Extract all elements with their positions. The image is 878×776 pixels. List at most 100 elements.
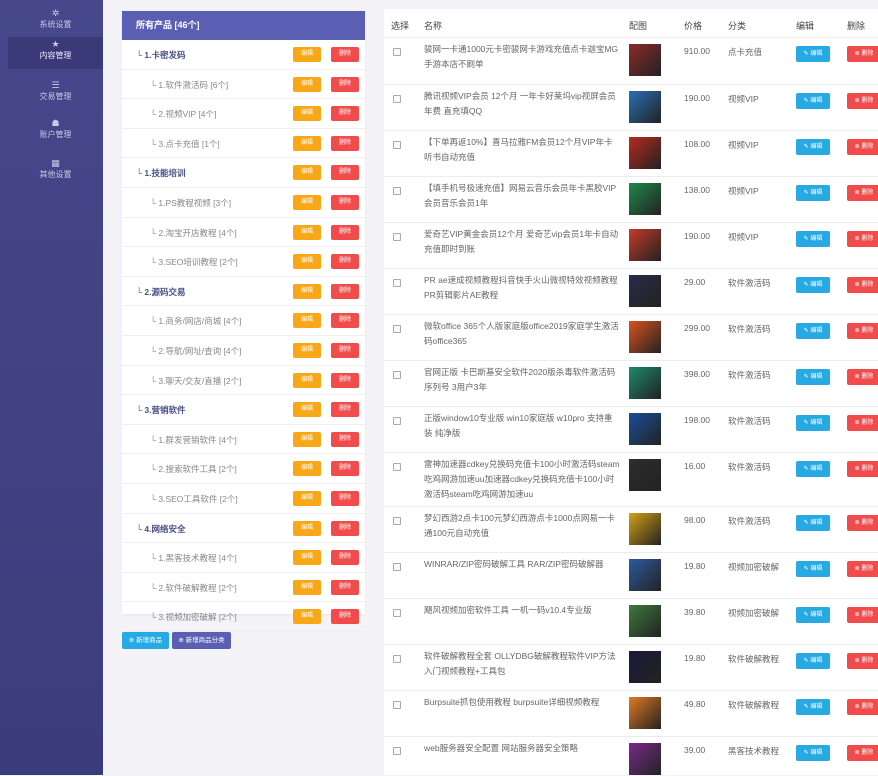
product-delete-button[interactable]: ⊗ 删除 xyxy=(847,745,878,761)
product-delete-button[interactable]: ⊗ 删除 xyxy=(847,231,878,247)
product-edit-button[interactable]: ✎ 编辑 xyxy=(796,323,830,339)
row-checkbox[interactable] xyxy=(393,747,401,755)
category-delete-button[interactable]: 删除 xyxy=(331,165,359,181)
row-checkbox[interactable] xyxy=(393,141,401,149)
product-edit-button[interactable]: ✎ 编辑 xyxy=(796,231,830,247)
product-delete-button[interactable]: ⊗ 删除 xyxy=(847,369,878,385)
category-edit-button[interactable]: 编辑 xyxy=(293,135,321,151)
category-edit-button[interactable]: 编辑 xyxy=(293,342,321,358)
category-edit-button[interactable]: 编辑 xyxy=(293,224,321,240)
category-delete-button[interactable]: 删除 xyxy=(331,490,359,506)
sidebar-item-content-management[interactable]: ★ 内容管理 xyxy=(8,37,103,69)
row-checkbox[interactable] xyxy=(393,463,401,471)
product-delete-button[interactable]: ⊗ 删除 xyxy=(847,607,878,623)
row-checkbox[interactable] xyxy=(393,48,401,56)
product-price: 16.00 xyxy=(684,461,706,471)
category-edit-button[interactable]: 编辑 xyxy=(293,550,321,566)
product-delete-button[interactable]: ⊗ 删除 xyxy=(847,699,878,715)
row-checkbox[interactable] xyxy=(393,187,401,195)
category-delete-button[interactable]: 删除 xyxy=(331,402,359,418)
category-edit-button[interactable]: 编辑 xyxy=(293,402,321,418)
category-delete-button[interactable]: 删除 xyxy=(331,579,359,595)
category-edit-button[interactable]: 编辑 xyxy=(293,520,321,536)
category-delete-button[interactable]: 删除 xyxy=(331,431,359,447)
product-edit-button[interactable]: ✎ 编辑 xyxy=(796,139,830,155)
product-edit-button[interactable]: ✎ 编辑 xyxy=(796,369,830,385)
category-edit-button[interactable]: 编辑 xyxy=(293,194,321,210)
category-edit-button[interactable]: 编辑 xyxy=(293,47,321,62)
product-edit-button[interactable]: ✎ 编辑 xyxy=(796,46,830,62)
product-delete-button[interactable]: ⊗ 删除 xyxy=(847,561,878,577)
product-delete-button[interactable]: ⊗ 删除 xyxy=(847,277,878,293)
category-edit-button[interactable]: 编辑 xyxy=(293,106,321,122)
category-delete-button[interactable]: 删除 xyxy=(331,461,359,477)
category-edit-button[interactable]: 编辑 xyxy=(293,461,321,477)
category-delete-button[interactable]: 删除 xyxy=(331,520,359,536)
row-checkbox[interactable] xyxy=(393,655,401,663)
category-delete-button[interactable]: 删除 xyxy=(331,609,359,625)
product-edit-button[interactable]: ✎ 编辑 xyxy=(796,745,830,761)
sidebar-item-trade-management[interactable]: ☰ 交易管理 xyxy=(8,78,103,110)
category-delete-button[interactable]: 删除 xyxy=(331,342,359,358)
product-delete-button[interactable]: ⊗ 删除 xyxy=(847,46,878,62)
row-checkbox[interactable] xyxy=(393,371,401,379)
row-checkbox[interactable] xyxy=(393,279,401,287)
category-edit-button[interactable]: 编辑 xyxy=(293,609,321,625)
product-delete-button[interactable]: ⊗ 删除 xyxy=(847,185,878,201)
product-delete-button[interactable]: ⊗ 删除 xyxy=(847,461,878,477)
product-delete-button[interactable]: ⊗ 删除 xyxy=(847,653,878,669)
product-edit-button[interactable]: ✎ 编辑 xyxy=(796,93,830,109)
product-delete-button[interactable]: ⊗ 删除 xyxy=(847,515,878,531)
product-delete-button[interactable]: ⊗ 删除 xyxy=(847,139,878,155)
sidebar-item-other-settings[interactable]: ▦ 其他设置 xyxy=(8,156,103,188)
category-delete-button[interactable]: 删除 xyxy=(331,194,359,210)
product-edit-button[interactable]: ✎ 编辑 xyxy=(796,185,830,201)
category-delete-button[interactable]: 删除 xyxy=(331,135,359,151)
product-edit-button[interactable]: ✎ 编辑 xyxy=(796,277,830,293)
row-checkbox[interactable] xyxy=(393,609,401,617)
category-edit-button[interactable]: 编辑 xyxy=(293,313,321,329)
sidebar-item-system-settings[interactable]: ✲ 系统设置 xyxy=(8,6,103,38)
category-delete-button[interactable]: 删除 xyxy=(331,372,359,388)
category-edit-button[interactable]: 编辑 xyxy=(293,372,321,388)
row-checkbox[interactable] xyxy=(393,701,401,709)
category-delete-button[interactable]: 删除 xyxy=(331,106,359,122)
category-edit-button[interactable]: 编辑 xyxy=(293,165,321,181)
category-delete-button[interactable]: 删除 xyxy=(331,550,359,566)
product-edit-button[interactable]: ✎ 编辑 xyxy=(796,415,830,431)
category-edit-button[interactable]: 编辑 xyxy=(293,579,321,595)
category-edit-button[interactable]: 编辑 xyxy=(293,490,321,506)
category-row-parent: └ 1.卡密发码 编辑 删除 xyxy=(122,40,365,70)
add-product-button[interactable]: ⊕ 新增商品 xyxy=(122,632,169,649)
sidebar-item-account-management[interactable]: ☗ 账户管理 xyxy=(8,116,103,148)
product-thumbnail xyxy=(629,459,661,491)
category-delete-button[interactable]: 删除 xyxy=(331,313,359,329)
category-edit-button[interactable]: 编辑 xyxy=(293,431,321,447)
row-checkbox[interactable] xyxy=(393,563,401,571)
product-delete-button[interactable]: ⊗ 删除 xyxy=(847,93,878,109)
category-delete-button[interactable]: 删除 xyxy=(331,76,359,92)
product-edit-button[interactable]: ✎ 编辑 xyxy=(796,607,830,623)
category-delete-button[interactable]: 删除 xyxy=(331,283,359,299)
product-delete-button[interactable]: ⊗ 删除 xyxy=(847,323,878,339)
category-delete-button[interactable]: 删除 xyxy=(331,47,359,62)
table-row: 腾讯视频VIP会员 12个月 一年卡好莱坞vip视屏会员年费 直充填QQ 190.… xyxy=(384,84,878,131)
category-edit-button[interactable]: 编辑 xyxy=(293,283,321,299)
product-edit-button[interactable]: ✎ 编辑 xyxy=(796,699,830,715)
category-delete-button[interactable]: 删除 xyxy=(331,254,359,270)
category-edit-button[interactable]: 编辑 xyxy=(293,76,321,92)
row-checkbox[interactable] xyxy=(393,233,401,241)
add-category-button[interactable]: ⊕ 新增商品分类 xyxy=(172,632,231,649)
row-checkbox[interactable] xyxy=(393,325,401,333)
product-edit-button[interactable]: ✎ 编辑 xyxy=(796,461,830,477)
product-edit-button[interactable]: ✎ 编辑 xyxy=(796,561,830,577)
product-delete-button[interactable]: ⊗ 删除 xyxy=(847,415,878,431)
category-edit-button[interactable]: 编辑 xyxy=(293,254,321,270)
product-edit-button[interactable]: ✎ 编辑 xyxy=(796,515,830,531)
row-checkbox[interactable] xyxy=(393,417,401,425)
category-delete-button[interactable]: 删除 xyxy=(331,224,359,240)
table-row: 梦幻西游2点卡100元梦幻西游点卡1000点网易一卡通100元自动充值 98.00… xyxy=(384,506,878,553)
product-edit-button[interactable]: ✎ 编辑 xyxy=(796,653,830,669)
row-checkbox[interactable] xyxy=(393,517,401,525)
row-checkbox[interactable] xyxy=(393,95,401,103)
